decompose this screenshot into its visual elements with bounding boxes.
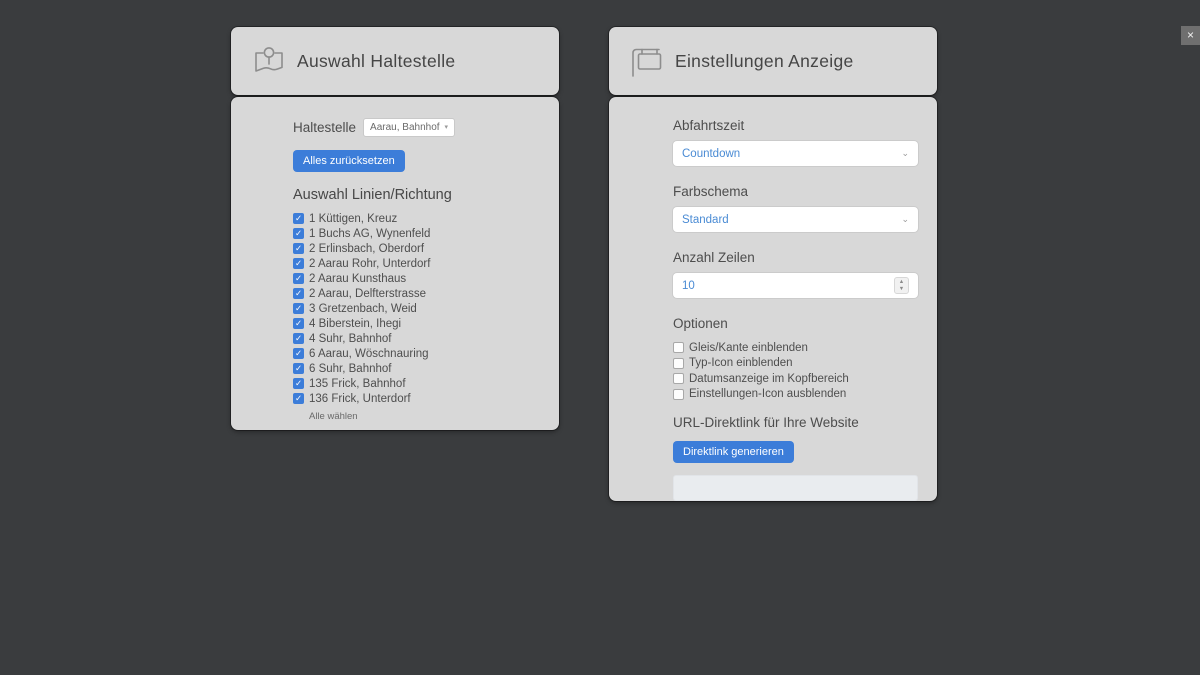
options-list: Gleis/Kante einblenden Typ-Icon einblende…: [673, 340, 918, 402]
checkbox-label: 3 Gretzenbach, Weid: [309, 303, 417, 315]
display-settings-panel: Abfahrtszeit Countdown ⌄ Farbschema Stan…: [609, 97, 937, 501]
checkbox-icon[interactable]: [293, 378, 304, 389]
line-checkbox-row[interactable]: 6 Suhr, Bahnhof: [293, 361, 539, 376]
row-count-value: 10: [682, 280, 695, 292]
checkbox-icon[interactable]: [293, 273, 304, 284]
checkbox-label: 6 Suhr, Bahnhof: [309, 363, 391, 375]
checkbox-label: 2 Aarau Kunsthaus: [309, 273, 406, 285]
checkbox-label: 4 Biberstein, Ihegi: [309, 318, 401, 330]
departure-time-select[interactable]: Countdown ⌄: [673, 141, 918, 166]
line-checkbox-row[interactable]: 2 Aarau Kunsthaus: [293, 271, 539, 286]
line-checkbox-row[interactable]: 135 Frick, Bahnhof: [293, 376, 539, 391]
checkbox-icon[interactable]: [293, 363, 304, 374]
line-checkbox-row[interactable]: 136 Frick, Unterdorf: [293, 391, 539, 406]
line-checkbox-row[interactable]: 2 Aarau Rohr, Unterdorf: [293, 256, 539, 271]
checkbox-icon[interactable]: [293, 288, 304, 299]
checkbox-label: 2 Erlinsbach, Oberdorf: [309, 243, 424, 255]
line-checkbox-row[interactable]: 2 Erlinsbach, Oberdorf: [293, 241, 539, 256]
checkbox-label: 136 Frick, Unterdorf: [309, 393, 411, 405]
stop-label: Haltestelle: [293, 120, 356, 135]
chevron-down-icon: ⌄: [901, 149, 909, 158]
checkbox-label: Gleis/Kante einblenden: [689, 342, 808, 354]
line-checkbox-row[interactable]: 1 Küttigen, Kreuz: [293, 211, 539, 226]
option-checkbox-row[interactable]: Typ-Icon einblenden: [673, 356, 918, 372]
checkbox-icon[interactable]: [293, 333, 304, 344]
stop-selection-title: Auswahl Haltestelle: [297, 51, 455, 72]
sign-board-icon: [629, 43, 665, 79]
line-checkbox-row[interactable]: 3 Gretzenbach, Weid: [293, 301, 539, 316]
checkbox-label: 1 Buchs AG, Wynenfeld: [309, 228, 430, 240]
checkbox-label: 4 Suhr, Bahnhof: [309, 333, 391, 345]
display-settings-header: Einstellungen Anzeige: [609, 27, 937, 95]
display-settings-title: Einstellungen Anzeige: [675, 51, 854, 72]
colorscheme-label: Farbschema: [673, 184, 918, 199]
close-button[interactable]: ×: [1181, 26, 1200, 45]
departure-time-label: Abfahrtszeit: [673, 118, 918, 133]
url-output-field[interactable]: [673, 475, 918, 501]
checkbox-label: 1 Küttigen, Kreuz: [309, 213, 397, 225]
chevron-down-icon: ▾: [445, 124, 449, 131]
url-direktlink-heading: URL-Direktlink für Ihre Website: [673, 415, 918, 430]
option-checkbox-row[interactable]: Gleis/Kante einblenden: [673, 340, 918, 356]
checkbox-icon[interactable]: [293, 303, 304, 314]
checkbox-icon[interactable]: [293, 243, 304, 254]
checkbox-icon[interactable]: [293, 318, 304, 329]
checkbox-label: 135 Frick, Bahnhof: [309, 378, 406, 390]
option-checkbox-row[interactable]: Einstellungen-Icon ausblenden: [673, 387, 918, 403]
line-checkbox-row[interactable]: 6 Aarau, Wöschnauring: [293, 346, 539, 361]
reset-all-button[interactable]: Alles zurücksetzen: [293, 150, 405, 172]
map-pin-icon: [251, 43, 287, 79]
option-checkbox-row[interactable]: Datumsanzeige im Kopfbereich: [673, 371, 918, 387]
colorscheme-value: Standard: [682, 214, 729, 226]
select-all-link[interactable]: Alle wählen: [309, 411, 358, 422]
departure-time-value: Countdown: [682, 148, 740, 160]
row-count-input[interactable]: 10 ▲▼: [673, 273, 918, 298]
checkbox-icon[interactable]: [673, 373, 684, 384]
options-heading: Optionen: [673, 316, 918, 331]
checkbox-label: 2 Aarau, Delfterstrasse: [309, 288, 426, 300]
checkbox-icon[interactable]: [673, 389, 684, 400]
spinner-up-down-icon[interactable]: ▲▼: [894, 277, 909, 294]
checkbox-icon[interactable]: [673, 342, 684, 353]
checkbox-label: 2 Aarau Rohr, Unterdorf: [309, 258, 430, 270]
checkbox-icon[interactable]: [293, 258, 304, 269]
line-checkbox-row[interactable]: 1 Buchs AG, Wynenfeld: [293, 226, 539, 241]
line-checkbox-row[interactable]: 4 Biberstein, Ihegi: [293, 316, 539, 331]
stop-selection-header: Auswahl Haltestelle: [231, 27, 559, 95]
checkbox-label: 6 Aarau, Wöschnauring: [309, 348, 429, 360]
line-list: 1 Küttigen, Kreuz 1 Buchs AG, Wynenfeld 2 …: [293, 211, 539, 406]
generate-link-button[interactable]: Direktlink generieren: [673, 441, 794, 463]
stop-selection-panel: Haltestelle Aarau, Bahnhof ▾ Alles zurüc…: [231, 97, 559, 430]
checkbox-icon[interactable]: [293, 213, 304, 224]
checkbox-icon[interactable]: [293, 393, 304, 404]
stop-select[interactable]: Aarau, Bahnhof ▾: [363, 118, 455, 137]
checkbox-label: Typ-Icon einblenden: [689, 357, 793, 369]
checkbox-icon[interactable]: [673, 358, 684, 369]
checkbox-icon[interactable]: [293, 228, 304, 239]
row-count-label: Anzahl Zeilen: [673, 250, 918, 265]
colorscheme-select[interactable]: Standard ⌄: [673, 207, 918, 232]
chevron-down-icon: ⌄: [901, 215, 909, 224]
line-checkbox-row[interactable]: 2 Aarau, Delfterstrasse: [293, 286, 539, 301]
checkbox-label: Datumsanzeige im Kopfbereich: [689, 373, 849, 385]
line-checkbox-row[interactable]: 4 Suhr, Bahnhof: [293, 331, 539, 346]
stop-select-value: Aarau, Bahnhof: [370, 122, 440, 133]
checkbox-label: Einstellungen-Icon ausblenden: [689, 388, 846, 400]
checkbox-icon[interactable]: [293, 348, 304, 359]
lines-heading: Auswahl Linien/Richtung: [293, 187, 539, 203]
